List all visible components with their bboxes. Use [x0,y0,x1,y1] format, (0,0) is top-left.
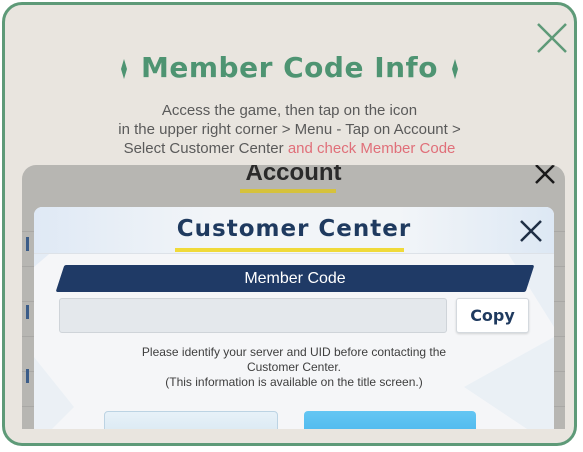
diamond-sparkle-icon [121,59,128,79]
note-line-1: Please identify your server and UID befo… [141,345,447,359]
customer-center-title: Customer Center [176,216,412,242]
member-code-info-modal: Member Code Info Access the game, then t… [2,2,577,446]
list-marker [26,369,29,383]
customer-center-note: Please identify your server and UID befo… [34,345,554,390]
instructions-highlight: and check Member Code [287,140,456,157]
close-icon[interactable] [535,21,569,55]
instructions-line-3: Select Customer Center and check Member … [123,140,456,157]
instructions-text: Access the game, then tap on the icon in… [5,101,574,158]
copy-button[interactable]: Copy [456,298,529,333]
note-line-3: (This information is available on the ti… [165,375,423,389]
account-title-underline [240,189,336,193]
customer-center-panel: Customer Center Member Code Copy Please … [34,207,554,429]
member-code-field[interactable] [59,298,447,333]
account-title: Account [245,165,342,186]
list-marker [26,305,29,319]
member-code-label: Member Code [244,270,346,287]
close-icon[interactable] [518,218,544,244]
modal-title-row: Member Code Info [5,51,574,84]
account-close-icon [535,165,555,184]
diamond-sparkle-icon [451,59,458,79]
instructions-line-1: Access the game, then tap on the icon [161,102,418,119]
customer-center-title-underline [175,248,404,252]
list-marker [26,237,29,251]
secondary-button[interactable] [104,411,278,429]
game-screenshot-illustration: Account Customer Center Member Code Copy… [22,165,565,429]
note-line-2: Customer Center. [246,360,342,374]
instructions-line-2: in the upper right corner > Menu - Tap o… [118,121,461,138]
primary-button[interactable] [304,411,476,429]
modal-title: Member Code Info [141,51,438,84]
